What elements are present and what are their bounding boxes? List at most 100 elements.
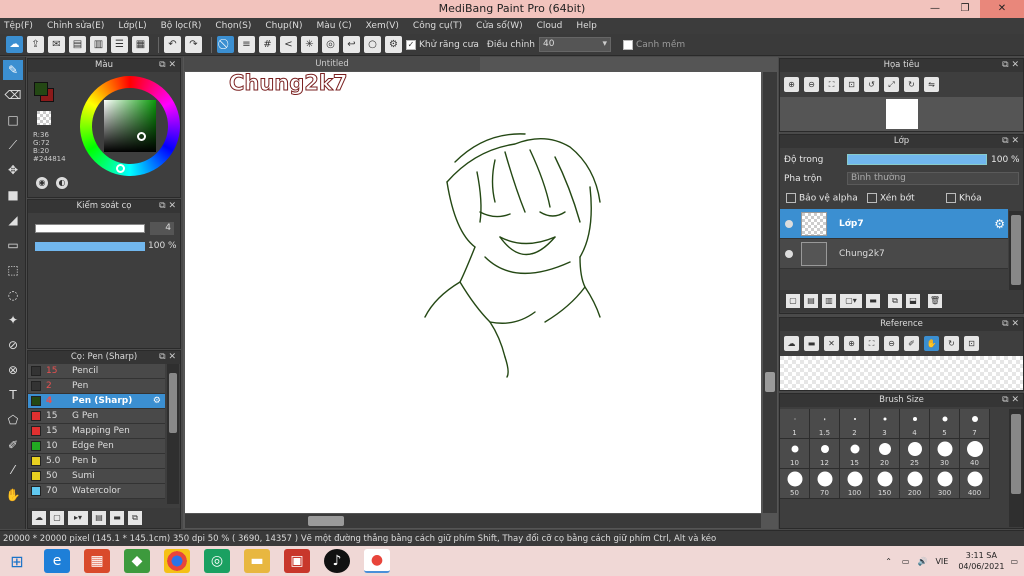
rotate-icon[interactable]: ↻ (944, 336, 959, 351)
add-layer-menu-icon[interactable]: ▢▾ (840, 294, 862, 308)
brush-size-option[interactable]: 300 (930, 469, 960, 499)
brush-folder-icon[interactable]: ▬ (110, 511, 124, 525)
menu-filter[interactable]: Bộ lọc(R) (161, 21, 202, 31)
panel-close-icon[interactable]: ⧉ ✕ (1002, 394, 1019, 407)
hand-tool-icon[interactable]: ✋ (3, 485, 23, 505)
bucket-tool-icon[interactable]: ◢ (3, 210, 23, 230)
brush-opacity-slider[interactable] (35, 242, 145, 251)
rotate-right-icon[interactable]: ↻ (904, 77, 919, 92)
select-tool-icon[interactable]: ⬚ (3, 260, 23, 280)
panel-close-icon[interactable]: ⧉ ✕ (159, 59, 176, 72)
brush-size-option[interactable]: 150 (870, 469, 900, 499)
menu-view[interactable]: Xem(V) (366, 21, 399, 31)
brush-size-option[interactable]: 10 (780, 439, 810, 469)
brush-item[interactable]: 70 Watercolor (28, 484, 165, 499)
brush-item[interactable]: 15 G Pen (28, 409, 165, 424)
foreground-color-swatch[interactable] (34, 82, 48, 96)
fill-rect-tool-icon[interactable]: ■ (3, 185, 23, 205)
eyedropper-icon[interactable]: ✐ (904, 336, 919, 351)
medibang-taskbar-icon[interactable]: ● (364, 549, 390, 573)
horizontal-scrollbar[interactable] (185, 514, 761, 528)
close-reference-icon[interactable]: ✕ (824, 336, 839, 351)
menu-help[interactable]: Help (576, 21, 597, 31)
layer-scroll-thumb[interactable] (1011, 215, 1021, 285)
rotate-left-icon[interactable]: ↺ (864, 77, 879, 92)
layer-opacity-slider[interactable] (847, 154, 987, 165)
zoom-in-icon[interactable]: ⊕ (844, 336, 859, 351)
select-pen-icon[interactable]: ⊘ (3, 335, 23, 355)
menu-tools[interactable]: Công cụ(T) (413, 21, 462, 31)
tiktok-icon[interactable]: ♪ (324, 549, 350, 573)
soft-snap-checkbox[interactable] (622, 39, 633, 50)
minimize-button[interactable]: — (920, 0, 950, 18)
dot-tool-icon[interactable]: ⟋ (3, 135, 23, 155)
vertical-scrollbar[interactable] (763, 72, 777, 513)
brush-size-option[interactable]: 4 (900, 409, 930, 439)
document-tab[interactable]: Untitled (184, 57, 480, 71)
color-history-icon[interactable]: ◐ (56, 177, 68, 189)
divide-tool-icon[interactable]: ⬠ (3, 410, 23, 430)
protect-alpha-option[interactable]: Bảo vệ alpha (786, 193, 858, 204)
document-icon[interactable]: ▤ (69, 36, 86, 53)
select-eraser-icon[interactable]: ⊗ (3, 360, 23, 380)
layer-settings-icon[interactable]: ⚙ (994, 217, 1005, 231)
list-icon[interactable]: ☰ (111, 36, 128, 53)
stack-app-icon[interactable]: ◆ (124, 549, 150, 573)
navigator-preview[interactable] (780, 97, 1023, 131)
new-halftone-layer-icon[interactable]: ▤ (804, 294, 818, 308)
brush-size-option[interactable]: 1 (780, 409, 810, 439)
vertical-scroll-thumb[interactable] (765, 372, 775, 392)
brush-size-option[interactable]: 7 (960, 409, 990, 439)
brush-size-option[interactable]: 25 (900, 439, 930, 469)
lock-checkbox[interactable] (946, 193, 956, 203)
tray-chevron-icon[interactable]: ⌃ (885, 557, 892, 566)
presentation-app-icon[interactable]: ▣ (284, 549, 310, 573)
brush-size-option[interactable]: 2 (840, 409, 870, 439)
zoom-out-icon[interactable]: ⊖ (884, 336, 899, 351)
ellipse-snap-icon[interactable]: ○ (364, 36, 381, 53)
text-tool-icon[interactable]: T (3, 385, 23, 405)
eraser-tool-icon[interactable]: ⌫ (3, 85, 23, 105)
brush-size-option[interactable]: 30 (930, 439, 960, 469)
undo-icon[interactable]: ↶ (164, 36, 181, 53)
vanish-snap-icon[interactable]: < (280, 36, 297, 53)
grid-icon[interactable]: ▦ (132, 36, 149, 53)
circle-snap-icon[interactable]: ◎ (322, 36, 339, 53)
brush-item[interactable]: 50 Sumi (28, 469, 165, 484)
hue-picker[interactable] (116, 164, 125, 173)
share-icon[interactable]: ⇪ (27, 36, 44, 53)
transparent-swatch[interactable] (37, 111, 51, 125)
brush-size-scroll-thumb[interactable] (1011, 414, 1021, 494)
magic-wand-icon[interactable]: ✦ (3, 310, 23, 330)
clock[interactable]: 3:11 SA 04/06/2021 (958, 550, 1004, 572)
antialias-checkbox[interactable]: ✓ (406, 39, 416, 50)
menu-color[interactable]: Màu (C) (317, 21, 352, 31)
brush-cloud-icon[interactable]: ☁ (32, 511, 46, 525)
curve-snap-icon[interactable]: ↩ (343, 36, 360, 53)
brush-tool-icon[interactable]: ✎ (3, 60, 23, 80)
delete-layer-icon[interactable]: 🗑 (928, 294, 942, 308)
brush-item[interactable]: 15 Pencil (28, 364, 165, 379)
lasso-tool-icon[interactable]: ◌ (3, 285, 23, 305)
panel-close-icon[interactable]: ⧉ ✕ (159, 351, 176, 364)
correction-select[interactable]: 40 (538, 37, 611, 52)
chrome-icon[interactable] (164, 549, 190, 573)
zoom-in-icon[interactable]: ⊕ (784, 77, 799, 92)
menu-file[interactable]: Tệp(F) (4, 21, 33, 31)
menu-layer[interactable]: Lớp(L) (118, 21, 146, 31)
fit-icon[interactable]: ⛶ (824, 77, 839, 92)
comment-icon[interactable]: ✉ (48, 36, 65, 53)
brush-item[interactable]: 5.0 Pen b (28, 454, 165, 469)
layer-row-selected[interactable]: Lớp7 ⚙ (780, 209, 1008, 239)
duplicate-brush-icon[interactable]: ⧉ (128, 511, 142, 525)
menu-edit[interactable]: Chỉnh sửa(E) (47, 21, 104, 31)
brush-item[interactable]: 4 Pen (Sharp) ⚙ (28, 394, 165, 409)
visibility-icon[interactable] (785, 219, 793, 228)
add-brush-icon[interactable]: ▸▾ (68, 511, 88, 525)
reset-view-icon[interactable]: ⤢ (884, 77, 899, 92)
visibility-icon[interactable] (785, 249, 793, 258)
brush-settings-icon[interactable]: ▤ (92, 511, 106, 525)
zoom-out-icon[interactable]: ⊖ (804, 77, 819, 92)
actual-size-icon[interactable]: ⊡ (844, 77, 859, 92)
brush-size-option[interactable]: 3 (870, 409, 900, 439)
